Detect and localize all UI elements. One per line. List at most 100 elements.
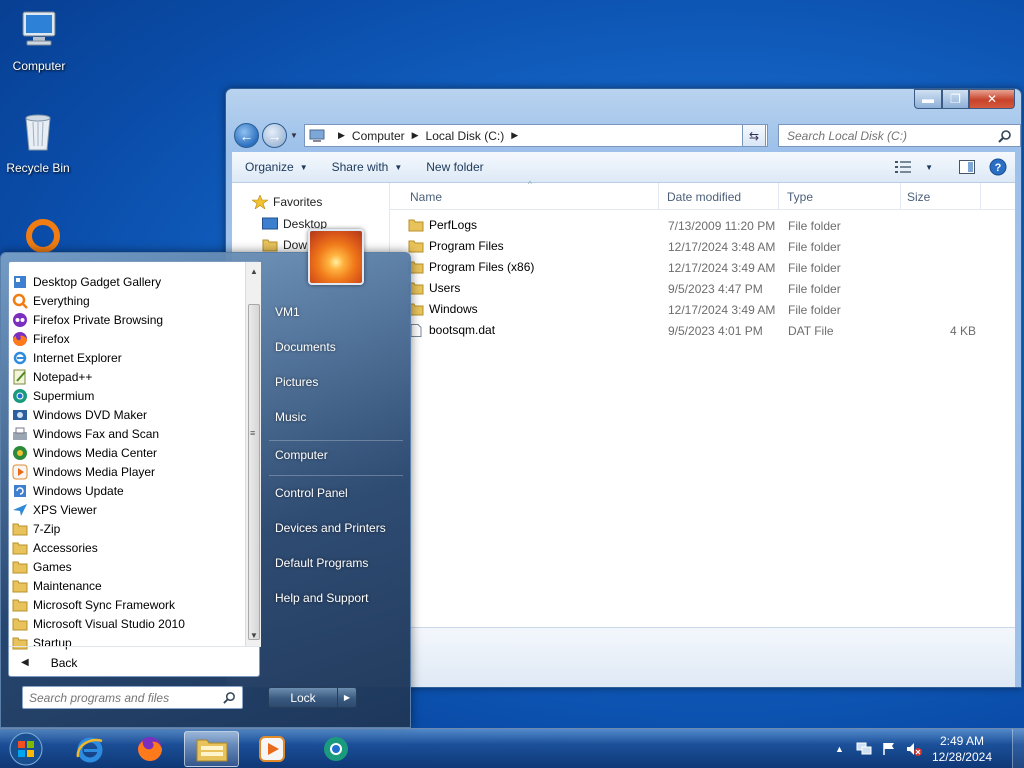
start-link-pictures[interactable]: Pictures	[275, 375, 318, 389]
breadcrumb-separator[interactable]: ▶	[338, 130, 345, 141]
file-row[interactable]: Program Files 12/17/2024 3:48 AM File fold…	[390, 235, 1015, 256]
column-divider[interactable]	[778, 183, 779, 210]
shutdown-options-arrow[interactable]: ▶	[337, 687, 357, 708]
program-item[interactable]: Notepad++	[12, 367, 92, 386]
breadcrumb-separator[interactable]: ▶	[511, 130, 518, 141]
volume-muted-icon[interactable]	[906, 742, 922, 756]
program-item[interactable]: Windows Media Center	[12, 443, 157, 462]
file-row[interactable]: PerfLogs 7/13/2009 11:20 PM File folder	[390, 214, 1015, 235]
program-item[interactable]: Microsoft Visual Studio 2010	[12, 614, 185, 633]
column-divider[interactable]	[658, 183, 659, 210]
file-row[interactable]: Program Files (x86) 12/17/2024 3:49 AM Fil…	[390, 256, 1015, 277]
scroll-thumb[interactable]	[248, 304, 260, 640]
arrow-right-icon: →	[267, 127, 282, 144]
program-item[interactable]: Microsoft Sync Framework	[12, 595, 175, 614]
program-item[interactable]: Windows DVD Maker	[12, 405, 147, 424]
search-input[interactable]	[787, 128, 987, 143]
forward-button[interactable]: →	[262, 123, 287, 148]
file-row[interactable]: Windows 12/17/2024 3:49 AM File folder	[390, 298, 1015, 319]
chevron-down-icon: ▼	[299, 162, 308, 172]
program-list-scrollbar[interactable]: ▲ ≡ ▼	[245, 262, 261, 646]
program-item[interactable]: Windows Media Player	[12, 462, 155, 481]
taskbar-supermium[interactable]	[308, 731, 363, 767]
help-icon[interactable]: ?	[989, 158, 1007, 176]
taskbar-firefox[interactable]	[122, 731, 177, 767]
taskbar-media-player[interactable]	[244, 731, 299, 767]
column-name[interactable]: Name	[410, 190, 442, 204]
column-type[interactable]: Type	[787, 190, 813, 204]
file-name: Program Files (x86)	[429, 260, 535, 274]
program-label: Games	[33, 559, 72, 574]
clock[interactable]: 2:49 AM 12/28/2024	[932, 733, 992, 765]
address-bar[interactable]: ▶ Computer ▶ Local Disk (C:) ▶ ▼	[304, 124, 768, 147]
program-item[interactable]: Desktop Gadget Gallery	[12, 272, 161, 291]
start-link-documents[interactable]: Documents	[275, 340, 336, 354]
column-date-modified[interactable]: Date modified	[667, 190, 741, 204]
program-item[interactable]: Firefox	[12, 329, 70, 348]
action-center-flag-icon[interactable]	[882, 742, 896, 756]
windows-update-icon	[14, 484, 26, 497]
program-item[interactable]: Everything	[12, 291, 90, 310]
column-size[interactable]: Size	[907, 190, 930, 204]
taskbar-internet-explorer[interactable]	[62, 731, 117, 767]
new-folder-button[interactable]: New folder	[414, 160, 495, 174]
program-item[interactable]: Windows Fax and Scan	[12, 424, 159, 443]
column-divider[interactable]	[900, 183, 901, 210]
program-item[interactable]: Maintenance	[12, 576, 102, 595]
program-label: Firefox Private Browsing	[33, 312, 164, 327]
desktop-icon-computer[interactable]: Computer	[1, 8, 77, 73]
scroll-up-arrow[interactable]: ▲	[246, 264, 262, 280]
network-icon[interactable]	[856, 742, 872, 756]
organize-menu[interactable]: Organize ▼	[232, 160, 320, 174]
nav-favorites[interactable]: Favorites	[252, 195, 322, 209]
start-link-help-and-support[interactable]: Help and Support	[275, 591, 368, 605]
show-desktop-button[interactable]	[1012, 729, 1024, 768]
show-hidden-icons-button[interactable]: ▲	[835, 744, 844, 754]
start-link-vm1[interactable]: VM1	[275, 305, 300, 319]
breadcrumb-separator[interactable]: ▶	[412, 130, 419, 141]
search-icon[interactable]	[223, 691, 236, 704]
preview-pane-icon[interactable]	[959, 160, 975, 174]
start-link-control-panel[interactable]: Control Panel	[275, 486, 348, 500]
breadcrumb-local-disk[interactable]: Local Disk (C:)	[426, 129, 505, 143]
search-field[interactable]	[778, 124, 1021, 147]
firefox-icon	[137, 737, 162, 761]
program-item[interactable]: Windows Update	[12, 481, 124, 500]
change-view-icon[interactable]	[895, 161, 912, 173]
taskbar-file-explorer[interactable]	[184, 731, 239, 767]
nav-downloads[interactable]: Dow	[262, 238, 307, 252]
close-button[interactable]: ✕	[969, 89, 1015, 109]
start-link-default-programs[interactable]: Default Programs	[275, 556, 368, 570]
view-dropdown-icon[interactable]: ▼	[925, 163, 933, 172]
program-item[interactable]: Firefox Private Browsing	[12, 310, 163, 329]
back-button[interactable]: ◀ Back	[9, 646, 261, 678]
start-search-input[interactable]	[29, 690, 219, 705]
program-item[interactable]: Supermium	[12, 386, 94, 405]
recent-pages-dropdown[interactable]: ▼	[290, 131, 298, 140]
lock-button[interactable]: Lock	[268, 687, 338, 708]
column-divider[interactable]	[980, 183, 981, 210]
scroll-down-arrow[interactable]: ▼	[246, 628, 262, 644]
file-row[interactable]: bootsqm.dat 9/5/2023 4:01 PM DAT File 4 KB	[390, 319, 1015, 340]
start-link-computer[interactable]: Computer	[275, 448, 328, 462]
back-button[interactable]: ←	[234, 123, 259, 148]
start-search-field[interactable]	[22, 686, 243, 709]
share-with-menu[interactable]: Share with ▼	[320, 160, 415, 174]
refresh-button[interactable]: ⇆	[742, 124, 766, 147]
program-item[interactable]: Internet Explorer	[12, 348, 122, 367]
start-link-devices-and-printers[interactable]: Devices and Printers	[275, 521, 386, 535]
desktop-icon-recycle-bin[interactable]: Recycle Bin	[0, 110, 76, 175]
breadcrumb-computer[interactable]: Computer	[352, 129, 405, 143]
start-link-music[interactable]: Music	[275, 410, 306, 424]
search-icon[interactable]	[998, 129, 1012, 143]
minimize-button[interactable]: ▬	[914, 89, 942, 109]
file-row[interactable]: Users 9/5/2023 4:47 PM File folder	[390, 277, 1015, 298]
start-button-icon[interactable]	[6, 731, 46, 767]
user-picture[interactable]	[308, 229, 364, 285]
program-item[interactable]: 7-Zip	[12, 519, 60, 538]
maximize-button[interactable]: ❐	[942, 89, 969, 109]
dvd-maker-icon	[13, 409, 27, 420]
program-item[interactable]: Accessories	[12, 538, 98, 557]
program-item[interactable]: Games	[12, 557, 72, 576]
program-item[interactable]: XPS Viewer	[12, 500, 97, 519]
